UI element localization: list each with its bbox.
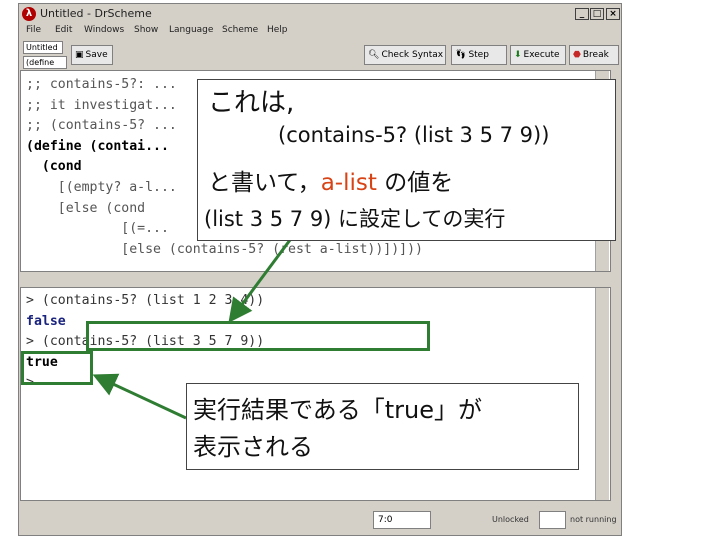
code-line: [else (contains-5? (rest a-list))])])) bbox=[26, 241, 423, 257]
callout-result-line-1: 実行結果である「true」が bbox=[193, 396, 483, 424]
highlight-input-box bbox=[86, 321, 430, 351]
callout-explanation: これは, (contains-5? (list 3 5 7 9)) と書いて，a… bbox=[197, 79, 616, 241]
execute-button[interactable]: ⬇ Execute bbox=[510, 45, 566, 65]
callout-result: 実行結果である「true」が 表示される bbox=[186, 383, 579, 470]
break-button[interactable]: ⬣ Break bbox=[569, 45, 619, 65]
file-name-button[interactable]: Untitled bbox=[23, 41, 63, 54]
maximize-button[interactable]: □ bbox=[590, 8, 604, 20]
magnifier-icon: 🔍︎ bbox=[368, 50, 380, 60]
check-syntax-button[interactable]: 🔍︎ Check Syntax bbox=[364, 45, 446, 65]
code-line: ;; it investigat... bbox=[26, 97, 177, 113]
repl-result: false bbox=[26, 313, 66, 329]
menu-file[interactable]: File bbox=[26, 25, 41, 35]
callout-variable-name: a-list bbox=[320, 170, 377, 196]
menu-edit[interactable]: Edit bbox=[55, 25, 72, 35]
menu-windows[interactable]: Windows bbox=[84, 25, 124, 35]
code-line: ;; (contains-5? ... bbox=[26, 118, 177, 134]
callout-result-line-2: 表示される bbox=[193, 433, 313, 461]
code-line: (define (contai... bbox=[26, 138, 169, 154]
define-menu[interactable]: (define ...) bbox=[23, 56, 67, 78]
code-line: ;; contains-5?: ... bbox=[26, 77, 177, 92]
toolbar: Untitled (define ...) ▣Save 🔍︎Check Synt… bbox=[20, 40, 620, 78]
menu-scheme[interactable]: Scheme bbox=[222, 25, 258, 35]
menu-bar: File Edit Windows Show Language Scheme H… bbox=[20, 24, 620, 40]
save-button[interactable]: ▣ Save bbox=[71, 45, 113, 65]
menu-help[interactable]: Help bbox=[267, 25, 288, 35]
code-line: (cond bbox=[26, 159, 82, 175]
save-label: Save bbox=[85, 50, 108, 60]
code-line: [(empty? a-l... bbox=[26, 179, 177, 195]
highlight-result-box bbox=[21, 351, 93, 385]
check-syntax-label: Check Syntax bbox=[381, 50, 444, 60]
callout-line-3: と書いて，a-list の値を bbox=[208, 163, 453, 197]
window-title: Untitled - DrScheme bbox=[40, 7, 152, 20]
close-button[interactable]: × bbox=[606, 8, 620, 20]
execute-label: Execute bbox=[523, 50, 560, 60]
callout-line-3-post: の値を bbox=[384, 170, 454, 196]
lock-status[interactable]: Unlocked bbox=[492, 515, 529, 524]
step-button[interactable]: 👣︎ Step bbox=[451, 45, 507, 65]
stop-icon: ⬣ bbox=[573, 50, 581, 60]
menu-show[interactable]: Show bbox=[134, 25, 158, 35]
status-bar: 7:0 Unlocked not running bbox=[20, 504, 620, 534]
interactions-scrollbar[interactable] bbox=[595, 288, 609, 500]
cursor-position: 7:0 bbox=[373, 511, 431, 529]
down-arrow-icon: ⬇ bbox=[514, 50, 522, 60]
footprint-icon: 👣︎ bbox=[455, 50, 467, 60]
running-status: not running bbox=[570, 515, 617, 524]
break-label: Break bbox=[582, 50, 609, 60]
lambda-icon: λ bbox=[22, 7, 36, 21]
gc-indicator bbox=[539, 511, 566, 529]
callout-line-3-pre: と書いて， bbox=[208, 170, 321, 196]
callout-line-2: (contains-5? (list 3 5 7 9)) bbox=[278, 123, 550, 147]
code-line: [(=... bbox=[26, 221, 169, 237]
callout-line-4: (list 3 5 7 9) に設定しての実行 bbox=[204, 207, 506, 231]
minimize-button[interactable]: _ bbox=[575, 8, 589, 20]
floppy-icon: ▣ bbox=[75, 50, 84, 60]
code-line: [else (cond bbox=[26, 200, 146, 216]
repl-line: > (contains-5? (list 1 2 3 4)) bbox=[26, 293, 265, 308]
menu-language[interactable]: Language bbox=[169, 25, 213, 35]
title-bar[interactable]: λ Untitled - DrScheme _ □ × bbox=[20, 5, 620, 23]
pane-divider[interactable] bbox=[20, 274, 611, 284]
step-label: Step bbox=[468, 50, 489, 60]
callout-line-1: これは, bbox=[208, 88, 295, 118]
